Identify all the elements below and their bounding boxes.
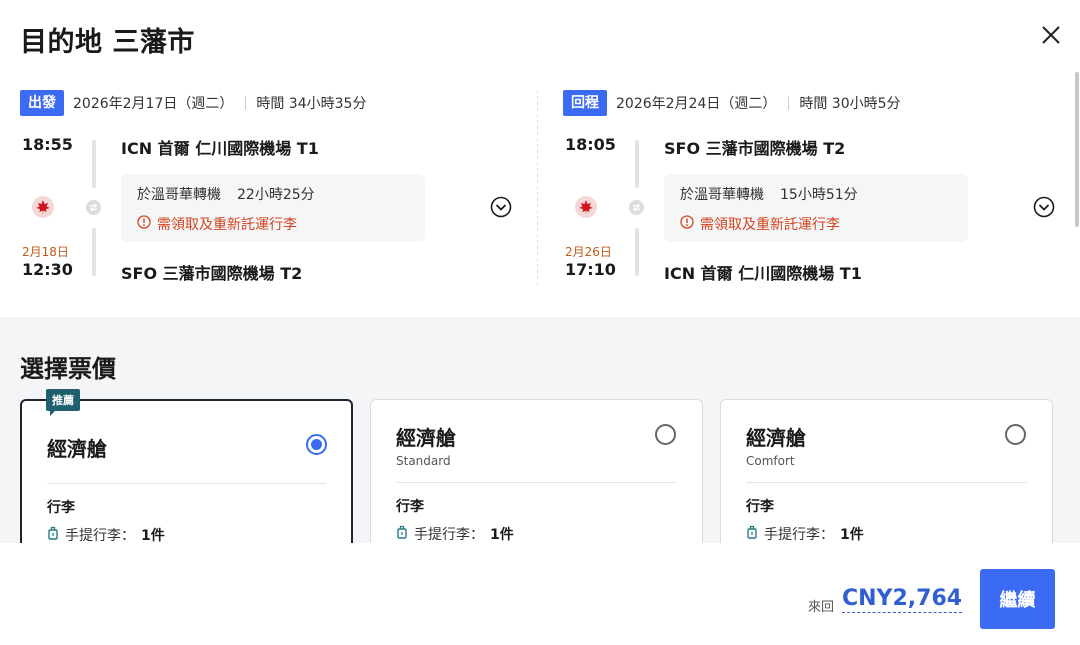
- return-leg: 回程 2026年2月24日（週二） 時間 30小時5分 18:05 SFO 三藩…: [563, 88, 1063, 288]
- fare-name: 經濟艙: [396, 426, 456, 450]
- carry-on-row: 手提行李： 1件: [396, 524, 514, 544]
- timeline-line: [92, 228, 96, 276]
- warning-icon: [137, 215, 151, 233]
- outbound-depart-time: 18:55: [22, 135, 73, 154]
- fare-radio-selected[interactable]: [306, 434, 327, 455]
- expand-chevron-icon[interactable]: [1033, 196, 1055, 218]
- card-divider: [746, 482, 1027, 483]
- leg-divider: [537, 90, 538, 285]
- layover-box: 於溫哥華轉機 15小時51分 需領取及重新託運行李: [664, 174, 968, 242]
- outbound-leg: 出發 2026年2月17日（週二） 時間 34小時35分 18:55 ICN 首…: [20, 88, 520, 288]
- connection-icon: [629, 200, 644, 215]
- return-depart-airport: SFO 三藩市國際機場 T2: [664, 139, 846, 158]
- return-tag: 回程: [563, 90, 607, 116]
- outbound-arrive-date: 2月18日: [22, 245, 69, 259]
- layover-duration: 22小時25分: [237, 187, 315, 203]
- fare-radio[interactable]: [1005, 424, 1026, 445]
- fare-name: 經濟艙: [746, 426, 806, 450]
- luggage-icon: [396, 525, 408, 543]
- carry-on-value: 1件: [141, 528, 165, 544]
- outbound-tag: 出發: [20, 90, 64, 116]
- return-depart-time: 18:05: [565, 135, 616, 154]
- close-icon[interactable]: [1036, 20, 1066, 50]
- luggage-icon: [47, 526, 59, 544]
- airline-logo-icon: [32, 196, 54, 218]
- price-label: 來回: [808, 600, 835, 615]
- continue-button[interactable]: 繼續: [980, 569, 1055, 629]
- return-header: 回程 2026年2月24日（週二） 時間 30小時5分: [563, 90, 901, 116]
- return-duration: 時間 30小時5分: [799, 96, 901, 112]
- baggage-title: 行李: [746, 499, 774, 515]
- total-price[interactable]: CNY2,764: [842, 586, 963, 613]
- fare-name: 經濟艙: [47, 437, 107, 461]
- outbound-arrive-airport: SFO 三藩市國際機場 T2: [121, 264, 303, 283]
- separator: [245, 96, 247, 110]
- airline-logo-icon: [575, 196, 597, 218]
- carry-on-row: 手提行李： 1件: [746, 524, 864, 544]
- outbound-depart-airport: ICN 首爾 仁川國際機場 T1: [121, 139, 319, 158]
- carry-on-label: 手提行李：: [65, 528, 135, 544]
- fare-card-comfort[interactable]: 經濟艙 Comfort 行李 手提行李： 1件: [720, 399, 1053, 559]
- baggage-warning: 需領取及重新託運行李: [700, 217, 840, 233]
- fare-radio[interactable]: [655, 424, 676, 445]
- scrollbar[interactable]: [1075, 72, 1079, 227]
- card-divider: [47, 483, 326, 484]
- fare-card-recommended[interactable]: 推薦 經濟艙 行李 手提行李： 1件: [20, 389, 353, 559]
- layover-city: 於溫哥華轉機: [680, 187, 764, 203]
- timeline-line: [635, 140, 639, 188]
- timeline-line: [92, 140, 96, 188]
- layover-city: 於溫哥華轉機: [137, 187, 221, 203]
- return-arrive-airport: ICN 首爾 仁川國際機場 T1: [664, 264, 862, 283]
- recommended-badge: 推薦: [46, 389, 80, 416]
- return-arrive-date: 2月26日: [565, 245, 612, 259]
- warning-icon: [680, 215, 694, 233]
- baggage-title: 行李: [396, 499, 424, 515]
- fare-section-title: 選擇票價: [20, 355, 116, 383]
- fare-subtitle: Standard: [396, 454, 451, 468]
- baggage-warning: 需領取及重新託運行李: [157, 217, 297, 233]
- outbound-duration: 時間 34小時35分: [256, 96, 367, 112]
- layover-duration: 15小時51分: [780, 187, 858, 203]
- timeline-line: [635, 228, 639, 276]
- expand-chevron-icon[interactable]: [490, 196, 512, 218]
- baggage-title: 行李: [47, 500, 75, 516]
- carry-on-value: 1件: [840, 527, 864, 543]
- outbound-header: 出發 2026年2月17日（週二） 時間 34小時35分: [20, 90, 366, 116]
- footer-bar: 來回 CNY2,764 繼續: [0, 543, 1080, 645]
- return-arrive-time: 17:10: [565, 260, 616, 279]
- carry-on-row: 手提行李： 1件: [47, 525, 165, 545]
- luggage-icon: [746, 525, 758, 543]
- outbound-date: 2026年2月17日（週二）: [73, 96, 234, 112]
- layover-box: 於溫哥華轉機 22小時25分 需領取及重新託運行李: [121, 174, 425, 242]
- carry-on-label: 手提行李：: [764, 527, 834, 543]
- card-divider: [396, 482, 677, 483]
- return-date: 2026年2月24日（週二）: [616, 96, 777, 112]
- fare-subtitle: Comfort: [746, 454, 795, 468]
- page-title: 目的地 三藩市: [20, 27, 195, 58]
- outbound-arrive-time: 12:30: [22, 260, 73, 279]
- connection-icon: [86, 200, 101, 215]
- carry-on-value: 1件: [490, 527, 514, 543]
- separator: [788, 96, 790, 110]
- carry-on-label: 手提行李：: [414, 527, 484, 543]
- fare-card-standard[interactable]: 經濟艙 Standard 行李 手提行李： 1件: [370, 399, 703, 559]
